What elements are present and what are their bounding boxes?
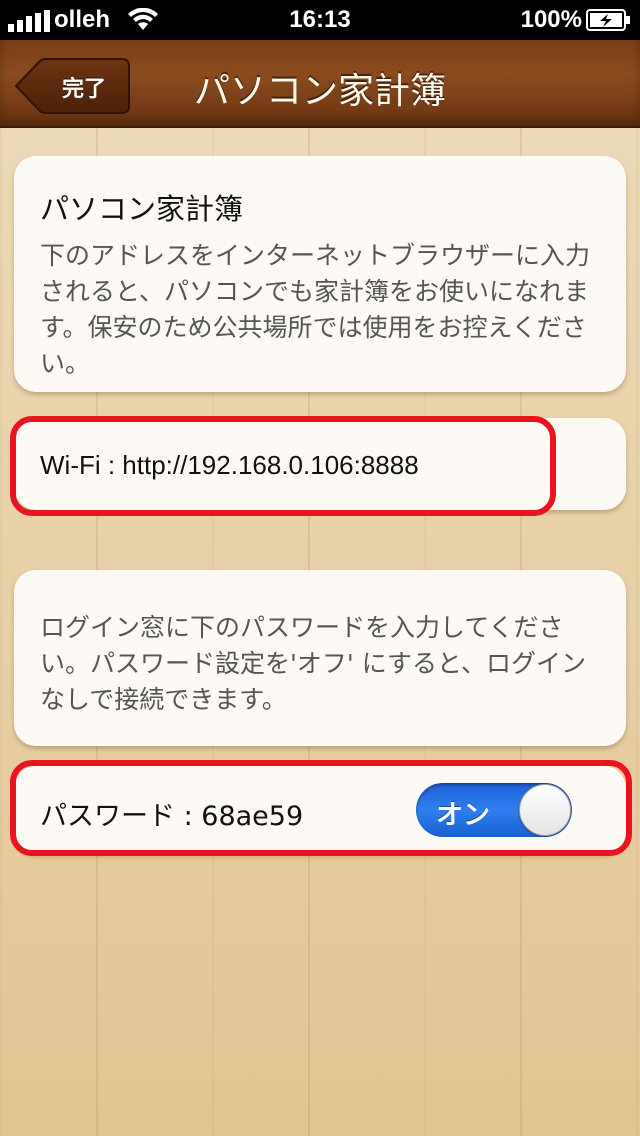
intro-title: パソコン家計簿 — [40, 192, 244, 226]
password-label: パスワード : 68ae59 — [40, 801, 304, 832]
navigation-bar: 完了 パソコン家計簿 — [0, 40, 640, 128]
wifi-address[interactable]: Wi-Fi : http://192.168.0.106:8888 — [40, 450, 419, 481]
password-toggle[interactable]: オン — [416, 783, 572, 837]
password-description: ログイン窓に下のパスワードを入力してください。パスワード設定を'オフ' にすると… — [40, 613, 586, 714]
intro-description: 下のアドレスをインターネットブラウザーに入力されると、パソコンでも家計簿をお使い… — [40, 241, 591, 378]
page-title: パソコン家計簿 — [193, 71, 446, 112]
toggle-knob[interactable] — [519, 784, 571, 836]
password-info-card: ログイン窓に下のパスワードを入力してください。パスワード設定を'オフ' にすると… — [14, 570, 626, 746]
battery-percent: 100% — [520, 6, 582, 33]
wifi-address-card[interactable]: Wi-Fi : http://192.168.0.106:8888 — [14, 418, 626, 510]
battery-charging-icon — [586, 9, 630, 31]
password-card: パスワード : 68ae59 オン — [14, 766, 626, 854]
status-bar: olleh 16:13 100% — [0, 0, 640, 40]
toggle-on-label: オン — [436, 800, 490, 831]
intro-card: パソコン家計簿 下のアドレスをインターネットブラウザーに入力されると、パソコンで… — [14, 156, 626, 392]
